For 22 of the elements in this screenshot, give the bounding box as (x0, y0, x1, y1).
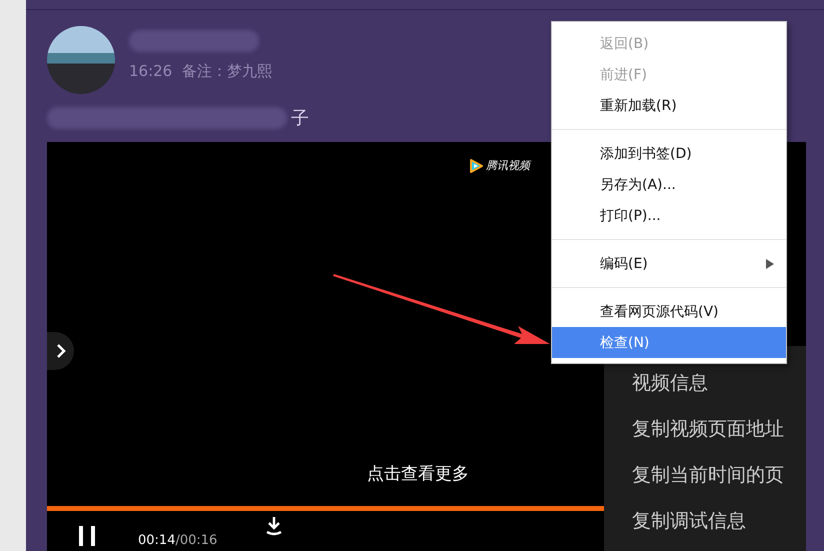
view-more-text[interactable]: 点击查看更多 (367, 462, 469, 485)
menu-item[interactable]: 打印(P)... (552, 200, 786, 231)
download-icon[interactable] (265, 516, 284, 536)
message-text: 子 (291, 107, 309, 130)
post-time: 16:26 (129, 62, 172, 81)
play-logo-icon (469, 158, 483, 172)
duration-text: /00:16 (175, 533, 218, 548)
current-time: 00:14 (138, 533, 176, 548)
player-menu-item[interactable]: 复制调试信息 (604, 508, 806, 551)
pause-icon[interactable] (76, 526, 98, 546)
menu-item[interactable]: 检查(N) (552, 327, 786, 358)
player-menu-item[interactable]: 视频信息 (604, 370, 806, 416)
remark-text: 备注：梦九熙 (182, 62, 272, 81)
menu-item[interactable]: 重新加载(R) (552, 90, 786, 121)
menu-item[interactable]: 编码(E) (552, 248, 786, 279)
submenu-arrow-icon (766, 258, 774, 268)
player-menu-item[interactable]: 复制视频页面地址 (604, 416, 806, 462)
player-logo-text: 腾讯视频 (486, 158, 530, 173)
next-chevron-button[interactable] (47, 332, 74, 370)
menu-item[interactable]: 另存为(A)... (552, 169, 786, 200)
player-menu-item[interactable]: 复制当前时间的页 (604, 462, 806, 508)
menu-item[interactable]: 查看网页源代码(V) (552, 296, 786, 327)
